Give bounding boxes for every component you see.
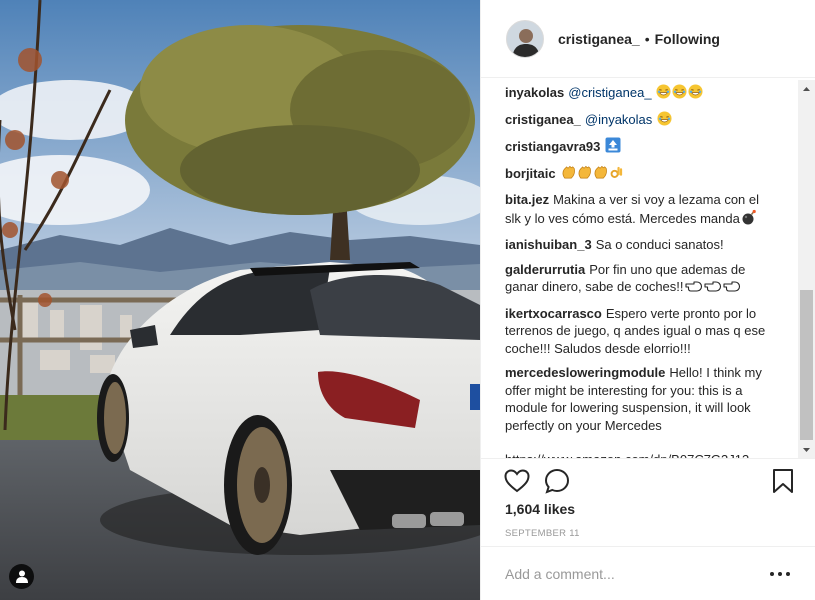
comment-author[interactable]: ikertxocarrasco — [505, 306, 602, 321]
add-comment-bar — [481, 546, 815, 600]
grin-emoji-icon — [657, 110, 672, 131]
comment-author[interactable]: bita.jez — [505, 192, 549, 207]
following-button[interactable]: Following — [655, 31, 720, 47]
comment-author[interactable]: inyakolas — [505, 85, 564, 100]
bookmark-icon[interactable] — [769, 467, 797, 495]
scroll-up-arrow-icon[interactable] — [798, 80, 815, 97]
comment-author[interactable]: cristiangavra93 — [505, 139, 600, 154]
comment-author[interactable]: mercedesloweringmodule — [505, 365, 665, 380]
comments-list[interactable]: inyakolas @cristiganea_ cristiganea_ @inya… — [481, 80, 815, 458]
comment-mention[interactable]: @inyakolas — [585, 112, 652, 127]
comment-item: galderurrutia Por fin uno que ademas de g… — [505, 261, 775, 298]
comment-item: mercedesloweringmodule Hello! I think my … — [505, 364, 775, 434]
comment-author[interactable]: borjitaic — [505, 166, 556, 181]
instagram-post-modal: cristiganea_ • Following inyakolas @crist… — [0, 0, 815, 600]
ok-emoji-icon — [609, 165, 624, 185]
comment-item: cristiganea_ @inyakolas — [505, 110, 775, 131]
comment-input[interactable] — [505, 564, 745, 584]
post-photo[interactable] — [0, 0, 480, 600]
grin-emoji-icon — [672, 84, 687, 104]
bomb-emoji-icon — [741, 209, 757, 230]
comment-item: borjitaic — [505, 165, 775, 185]
comment-mention[interactable]: @cristiganea_ — [568, 85, 651, 100]
clap-emoji-icon — [593, 165, 608, 185]
comment-author[interactable]: cristiganea_ — [505, 112, 581, 127]
comment-author[interactable]: ianishuiban_3 — [505, 237, 592, 252]
comment-item: ianishuiban_3 Sa o conduci sanatos! — [505, 236, 775, 254]
clap-emoji-icon — [577, 165, 592, 185]
comment-text: Sa o conduci sanatos! — [595, 237, 724, 252]
car-photo-illustration — [0, 0, 480, 600]
clap-emoji-icon — [561, 165, 576, 185]
point-emoji-icon — [722, 279, 741, 298]
comment-item: ikertxocarrasco Espero verte pronto por l… — [505, 305, 775, 358]
avatar[interactable] — [506, 19, 544, 58]
point-emoji-icon — [684, 279, 703, 298]
grin-emoji-icon — [656, 84, 671, 104]
post-date[interactable]: September 11 — [505, 528, 580, 539]
header-separator: • — [644, 30, 650, 47]
likes-count[interactable]: 1,604 likes — [505, 501, 575, 517]
user-tag-icon[interactable] — [9, 564, 34, 589]
scroll-down-arrow-icon[interactable] — [798, 441, 815, 458]
scrollbar-thumb[interactable] — [800, 290, 813, 440]
comment-author[interactable]: galderurrutia — [505, 262, 585, 277]
comment-item: inyakolas @cristiganea_ — [505, 84, 775, 104]
top-emoji-icon — [605, 137, 621, 158]
heart-icon[interactable] — [503, 467, 531, 495]
grin-emoji-icon — [688, 84, 703, 104]
comment-item: cristiangavra93 — [505, 137, 775, 158]
post-header: cristiganea_ • Following — [481, 0, 815, 78]
post-actions — [481, 458, 815, 503]
comments-scrollbar[interactable] — [798, 80, 815, 458]
comment-icon[interactable] — [543, 467, 571, 495]
comment-link[interactable]: https://www.amazon.com/dp/B07C7G3J13 — [505, 451, 775, 458]
comment-item: bita.jez Makina a ver si voy a lezama con… — [505, 191, 775, 229]
post-author-username[interactable]: cristiganea_ — [558, 31, 640, 47]
more-options-icon[interactable] — [770, 567, 790, 581]
point-emoji-icon — [703, 279, 722, 298]
post-side-panel: cristiganea_ • Following inyakolas @crist… — [480, 0, 815, 600]
